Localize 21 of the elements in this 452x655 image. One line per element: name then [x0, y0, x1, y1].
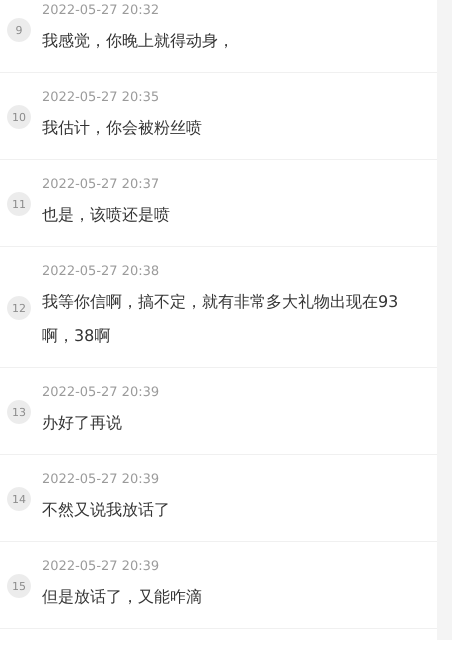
message-text: 办好了再说 — [42, 412, 123, 434]
message-timestamp: 2022-05-27 20:39 — [42, 471, 160, 489]
message-text: 但是放话了，又能咋滴 — [42, 586, 203, 608]
message-timestamp: 2022-05-27 20:38 — [42, 263, 160, 281]
message-timestamp: 2022-05-27 20:39 — [42, 558, 160, 576]
index-badge: 11 — [7, 192, 31, 216]
index-badge: 9 — [7, 18, 31, 42]
message-timestamp: 2022-05-27 20:32 — [42, 2, 160, 20]
message-text: 也是，该喷还是喷 — [42, 204, 171, 226]
index-badge: 14 — [7, 487, 31, 511]
message-timestamp: 2022-05-27 20:35 — [42, 89, 160, 107]
message-text: 我等你信啊，搞不定，就有非常多大礼物出现在93啊，38啊 — [42, 291, 400, 347]
index-badge: 15 — [7, 574, 31, 598]
message-text: 不然又说我放话了 — [42, 499, 171, 521]
message-text: 我估计，你会被粉丝喷 — [42, 117, 203, 139]
message-timestamp: 2022-05-27 20:37 — [42, 176, 160, 194]
index-badge: 12 — [7, 296, 31, 320]
index-badge: 13 — [7, 400, 31, 424]
index-badge: 10 — [7, 105, 31, 129]
message-timestamp: 2022-05-27 20:39 — [42, 384, 160, 402]
message-text: 我感觉，你晚上就得动身， — [42, 30, 235, 52]
